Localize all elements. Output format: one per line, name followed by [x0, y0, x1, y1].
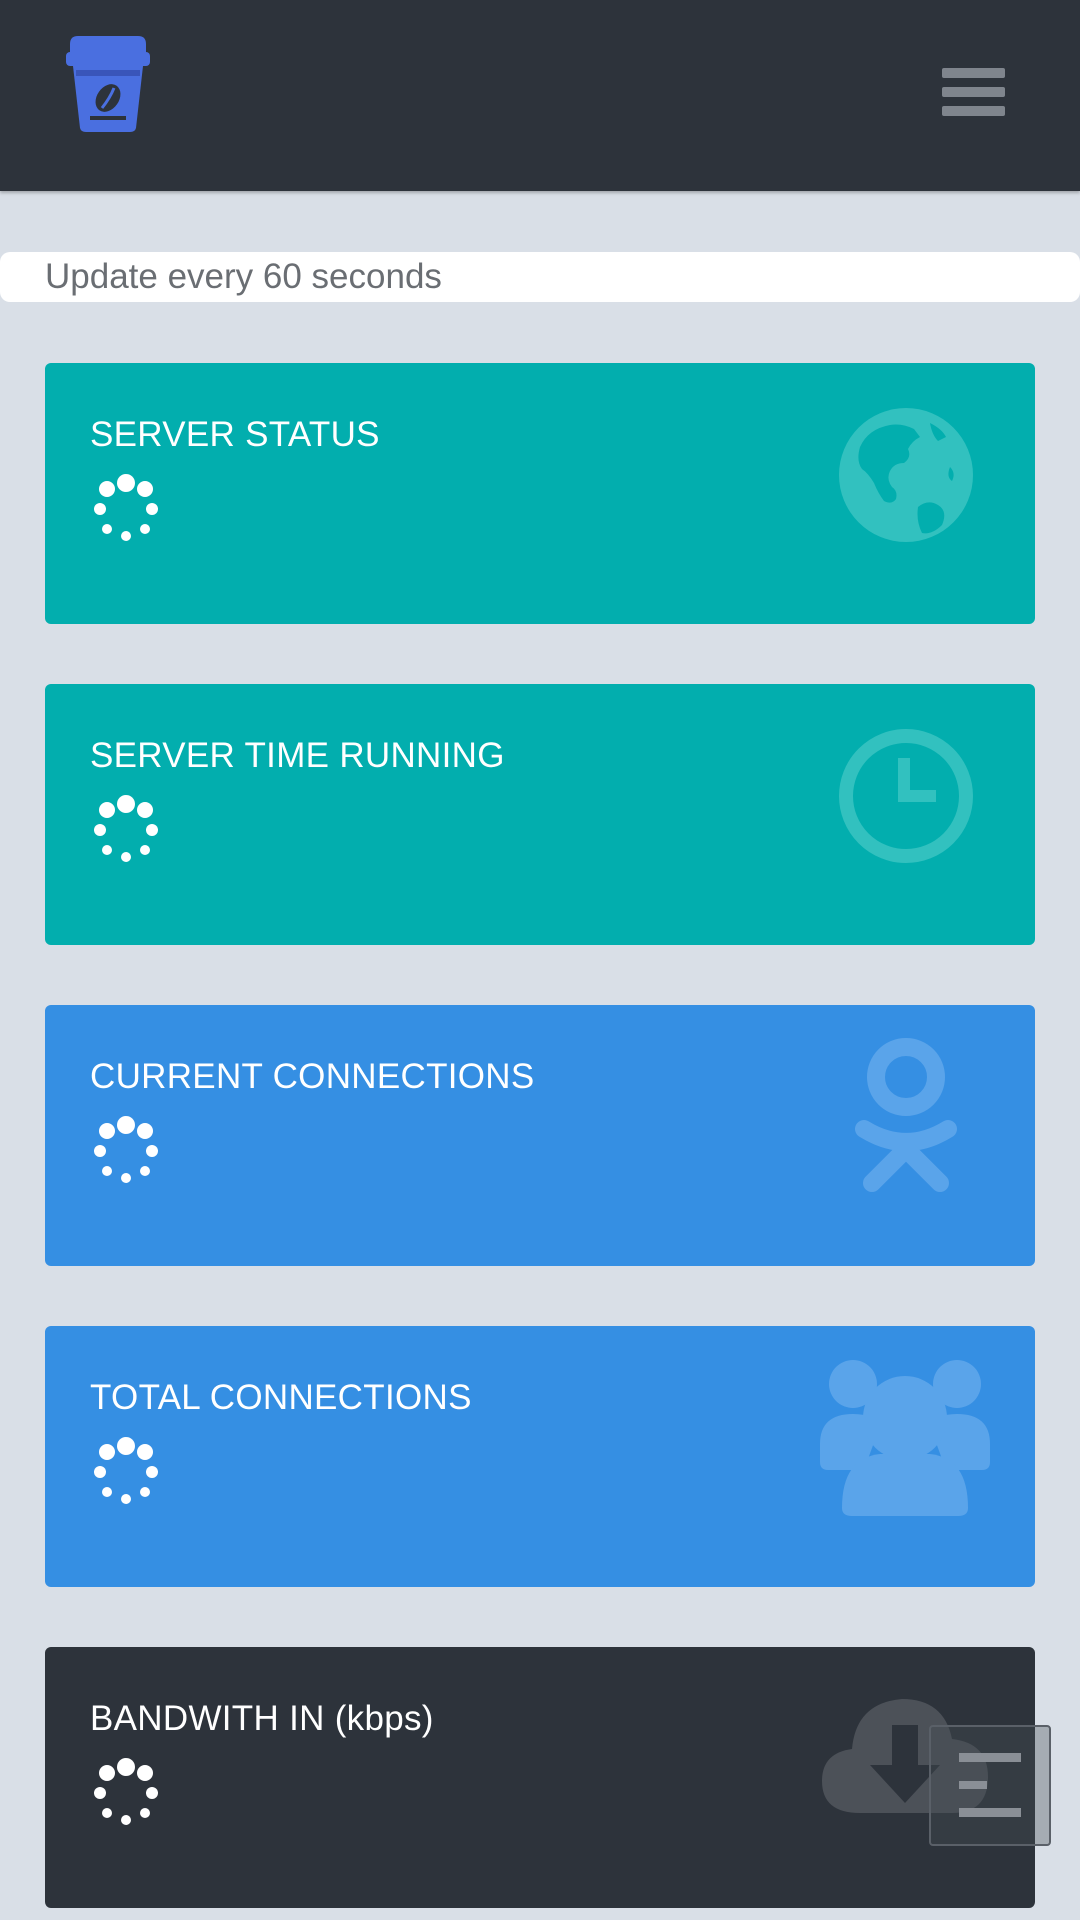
loading-spinner-icon: [94, 1116, 158, 1183]
coffee-cup-icon[interactable]: [64, 34, 152, 134]
clock-icon: [839, 729, 973, 863]
menu-line: [942, 87, 1005, 97]
hamburger-menu-icon[interactable]: [930, 60, 1010, 130]
loading-spinner-icon: [94, 1758, 158, 1825]
loading-spinner-icon: [94, 795, 158, 862]
scroll-to-top-icon: [959, 1753, 1021, 1817]
card-title: SERVER STATUS: [90, 415, 380, 454]
menu-line: [942, 106, 1005, 116]
loading-spinner-icon: [94, 474, 158, 541]
current-connections-card: CURRENT CONNECTIONS: [45, 1005, 1035, 1266]
server-time-running-card: SERVER TIME RUNNING: [45, 684, 1035, 945]
loading-spinner-icon: [94, 1437, 158, 1504]
menu-line: [942, 68, 1005, 78]
users-group-icon: [820, 1360, 990, 1516]
server-status-card: SERVER STATUS: [45, 363, 1035, 624]
globe-icon: [839, 408, 973, 542]
card-title: BANDWITH IN (kbps): [90, 1699, 434, 1738]
update-interval-text: Update every 60 seconds: [0, 252, 1080, 302]
odnoklassniki-person-icon: [855, 1038, 957, 1192]
bandwidth-in-card: BANDWITH IN (kbps): [45, 1647, 1035, 1908]
total-connections-card: TOTAL CONNECTIONS: [45, 1326, 1035, 1587]
card-title: TOTAL CONNECTIONS: [90, 1378, 472, 1417]
card-title: CURRENT CONNECTIONS: [90, 1057, 535, 1096]
scroll-to-top-button[interactable]: [929, 1725, 1051, 1846]
top-bar: [0, 0, 1080, 191]
card-title: SERVER TIME RUNNING: [90, 736, 505, 775]
